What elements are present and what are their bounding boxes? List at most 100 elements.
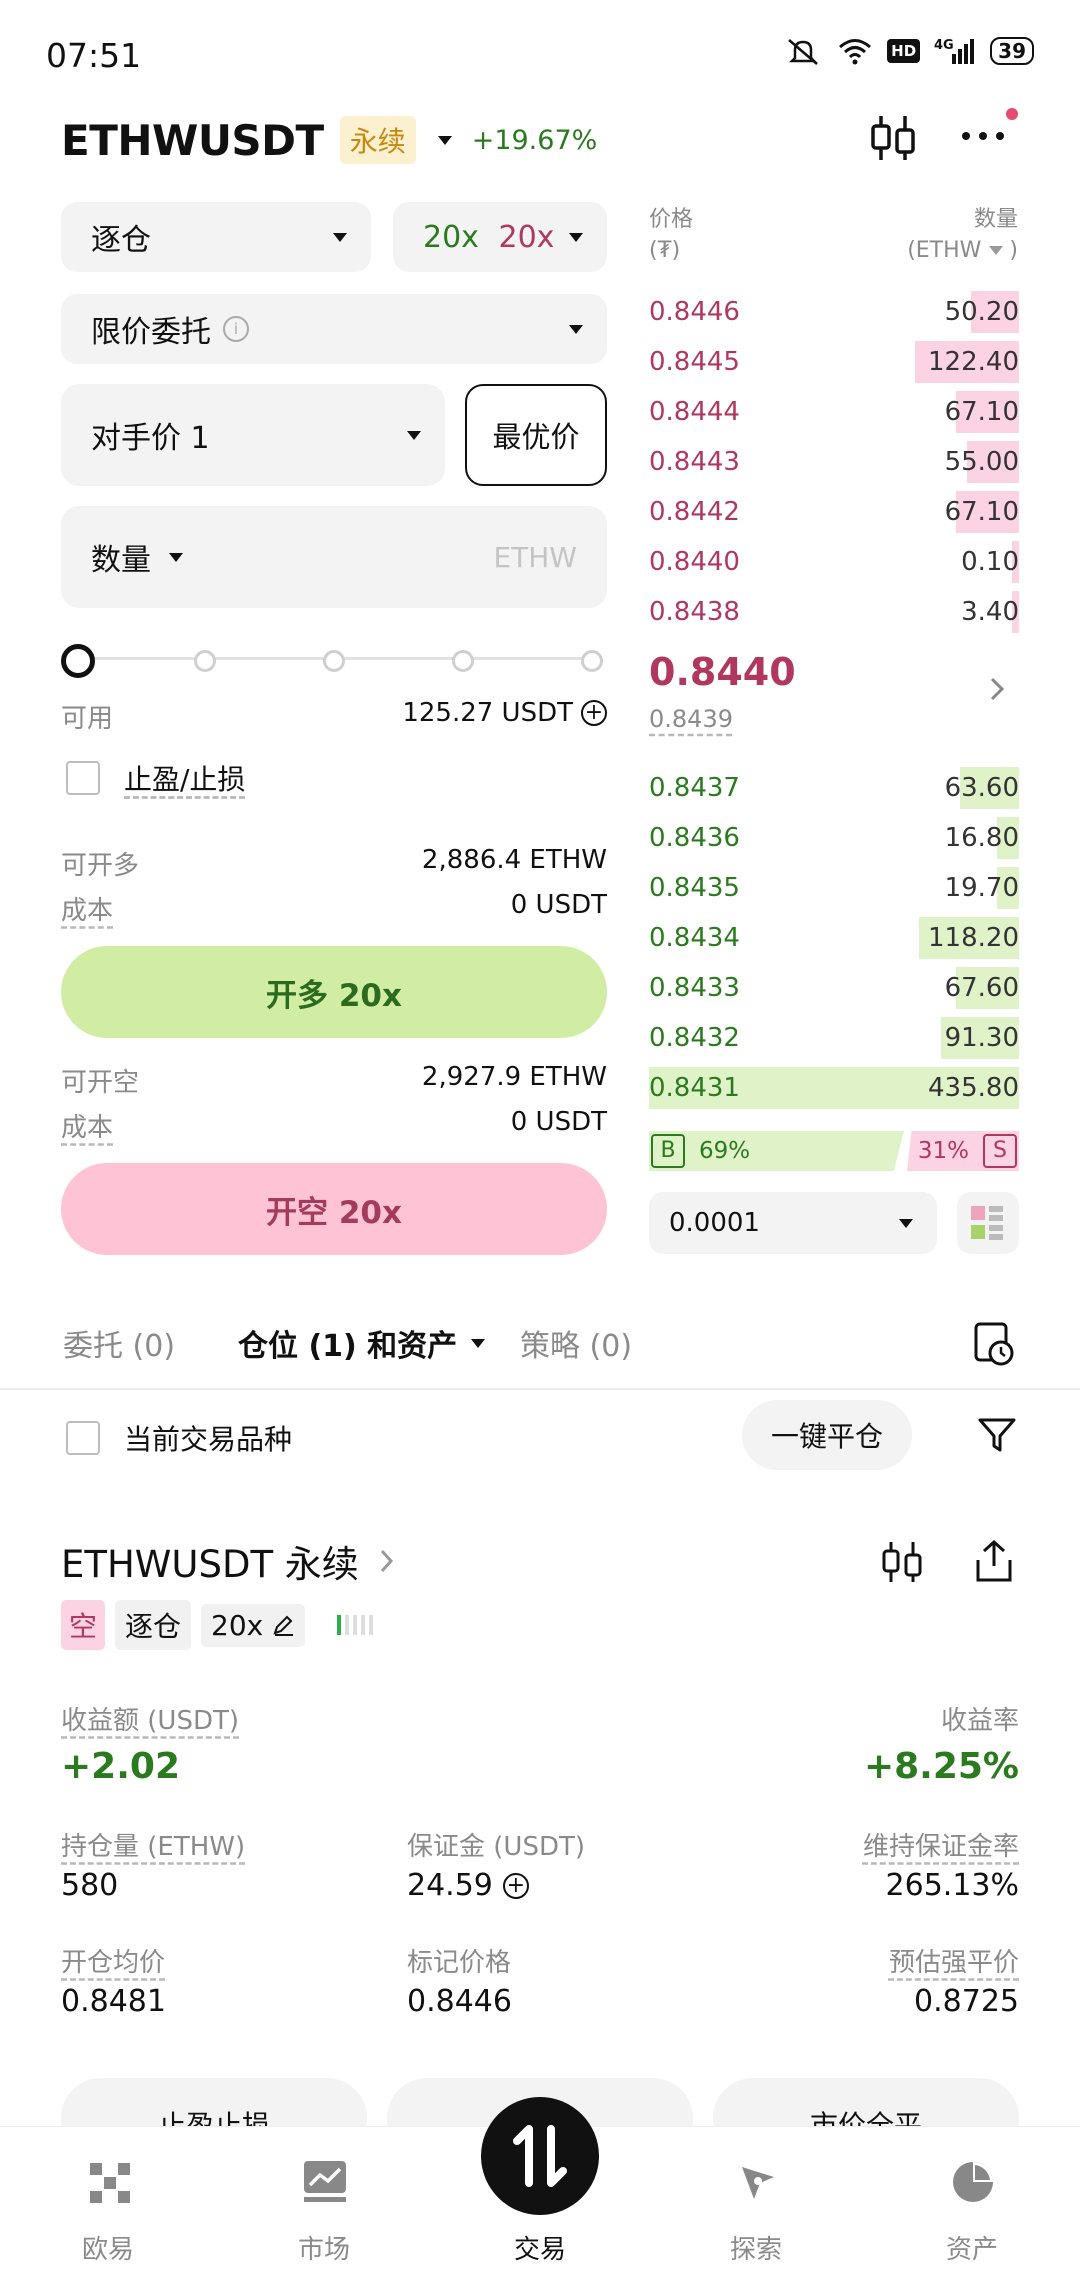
nav-label: 探索 [729, 2235, 782, 2265]
bottom-nav: 欧易 市场 交易 探索 资产 [0, 2097, 1080, 2281]
bid-qty: 91.30 [944, 1023, 1019, 1053]
nav-assets[interactable]: 资产 [912, 2127, 1032, 2281]
open-short-button[interactable]: 开空 20x [61, 1163, 607, 1255]
position-chart-icon[interactable] [880, 1538, 924, 1586]
bid-row[interactable]: 0.8437 63.60 [649, 763, 1019, 813]
notification-dot [1006, 108, 1018, 120]
margin-mode-select[interactable]: 逐仓 [61, 202, 371, 272]
quantity-slider[interactable] [61, 642, 607, 678]
nav-explore[interactable]: 探索 [696, 2127, 816, 2281]
leverage-tag[interactable]: 20x [201, 1603, 306, 1647]
best-price-button[interactable]: 最优价 [465, 384, 607, 486]
chevron-down-icon [407, 430, 421, 440]
bid-row[interactable]: 0.8435 19.70 [649, 863, 1019, 913]
bid-price: 0.8435 [649, 873, 740, 903]
bid-qty: 16.80 [944, 823, 1019, 853]
long-cost-label: 成本 [61, 896, 114, 926]
tab-strategies[interactable]: 策略 (0) [520, 1321, 632, 1365]
bid-price: 0.8436 [649, 823, 740, 853]
tab-orders[interactable]: 委托 (0) [63, 1321, 175, 1365]
long-cost-value: 0 USDT [510, 890, 607, 920]
slider-thumb[interactable] [61, 644, 95, 678]
ask-row[interactable]: 0.8443 55.00 [649, 437, 1019, 487]
share-icon[interactable] [972, 1538, 1016, 1584]
roe-value: +8.25% [863, 1746, 1019, 1787]
tp-sl-checkbox-row[interactable]: 止盈/止损 [66, 758, 245, 798]
edit-pencil-icon[interactable] [271, 1613, 295, 1637]
price-change: +19.67% [471, 124, 598, 156]
pnl-label: 收益额 (USDT) [61, 1706, 239, 1736]
slider-step-100[interactable] [581, 650, 603, 672]
candlestick-chart-icon[interactable] [868, 110, 918, 166]
bid-row[interactable]: 0.8432 91.30 [649, 1013, 1019, 1063]
leverage-select[interactable]: 20x 20x [393, 202, 607, 272]
ask-qty: 55.00 [944, 447, 1019, 477]
tp-sl-checkbox[interactable] [66, 761, 100, 795]
ask-qty: 67.10 [944, 397, 1019, 427]
signal-4g-icon: 4G [934, 38, 975, 64]
slider-step-75[interactable] [452, 650, 474, 672]
bid-row[interactable]: 0.8436 16.80 [649, 813, 1019, 863]
chevron-right-icon[interactable] [988, 676, 1006, 702]
qty-header-label: 数量 [973, 207, 1018, 232]
assets-pie-icon [953, 2162, 993, 2202]
ask-row[interactable]: 0.8446 50.20 [649, 287, 1019, 337]
info-icon[interactable]: i [223, 316, 249, 342]
open-long-button[interactable]: 开多 20x [61, 946, 607, 1038]
position-title-row[interactable]: ETHWUSDT 永续 [61, 1534, 397, 1588]
bid-price: 0.8437 [649, 773, 740, 803]
book-layout-icon [971, 1206, 1003, 1240]
history-clock-icon[interactable] [972, 1320, 1016, 1368]
price-header-label: 价格 [649, 207, 694, 232]
ask-row[interactable]: 0.8442 67.10 [649, 487, 1019, 537]
more-menu-icon[interactable] [962, 132, 1004, 140]
leverage-long: 20x [423, 219, 479, 255]
bid-row[interactable]: 0.8431 435.80 [649, 1063, 1019, 1113]
symbol-dropdown-icon[interactable] [437, 135, 452, 145]
available-value: 125.27 USDT [402, 698, 573, 728]
slider-step-25[interactable] [194, 650, 216, 672]
quantity-unit-dropdown-icon[interactable] [169, 552, 183, 562]
order-type-select[interactable]: 限价委托 i [61, 294, 607, 364]
nav-market[interactable]: 市场 [264, 2127, 384, 2281]
ask-row[interactable]: 0.8440 0.10 [649, 537, 1019, 587]
nav-trade[interactable]: 交易 [480, 2097, 600, 2281]
symbol-title[interactable]: ETHWUSDT [61, 116, 324, 165]
book-layout-toggle[interactable] [957, 1192, 1019, 1254]
qty-unit-dropdown-icon[interactable] [989, 246, 1004, 255]
bid-row[interactable]: 0.8433 67.60 [649, 963, 1019, 1013]
tab-positions[interactable]: 仓位 (1) 和资产 [238, 1321, 486, 1365]
chevron-down-icon [899, 1218, 913, 1228]
chevron-down-icon [569, 232, 583, 242]
bid-row[interactable]: 0.8434 118.20 [649, 913, 1019, 963]
quantity-input[interactable]: 数量 ETHW [61, 506, 607, 608]
ask-row[interactable]: 0.8438 3.40 [649, 587, 1019, 637]
current-symbol-checkbox[interactable] [66, 1421, 100, 1455]
quantity-label: 数量 [91, 543, 151, 578]
nav-okx[interactable]: 欧易 [48, 2127, 168, 2281]
leverage-short: 20x [498, 219, 555, 255]
tick-size-select[interactable]: 0.0001 [649, 1192, 937, 1254]
ask-row[interactable]: 0.8445 122.40 [649, 337, 1019, 387]
order-type-label: 限价委托 [91, 315, 211, 350]
orderbook-qty-header[interactable]: 数量 (ETHW ) [907, 204, 1018, 266]
current-symbol-filter[interactable]: 当前交易品种 [66, 1418, 292, 1458]
add-margin-icon[interactable]: + [502, 1872, 529, 1899]
ask-row[interactable]: 0.8444 67.10 [649, 387, 1019, 437]
svg-text:4G: 4G [934, 38, 954, 53]
close-all-button[interactable]: 一键平仓 [742, 1400, 912, 1470]
size-label: 持仓量 (ETHW) [61, 1832, 246, 1862]
filter-icon[interactable] [976, 1414, 1018, 1456]
mmr-label: 维持保证金率 [862, 1832, 1019, 1862]
ask-qty: 67.10 [944, 497, 1019, 527]
price-mode-select[interactable]: 对手价 1 [61, 384, 445, 486]
nav-label: 资产 [945, 2235, 998, 2265]
margin-value: 24.59 [407, 1868, 493, 1903]
slider-step-50[interactable] [323, 650, 345, 672]
add-funds-icon[interactable]: + [581, 700, 607, 726]
tab-dropdown-icon[interactable] [471, 1338, 486, 1348]
chevron-right-icon [380, 1549, 393, 1573]
ask-qty: 50.20 [944, 297, 1019, 327]
tp-sl-label: 止盈/止损 [124, 763, 246, 796]
bid-qty: 63.60 [944, 773, 1019, 803]
